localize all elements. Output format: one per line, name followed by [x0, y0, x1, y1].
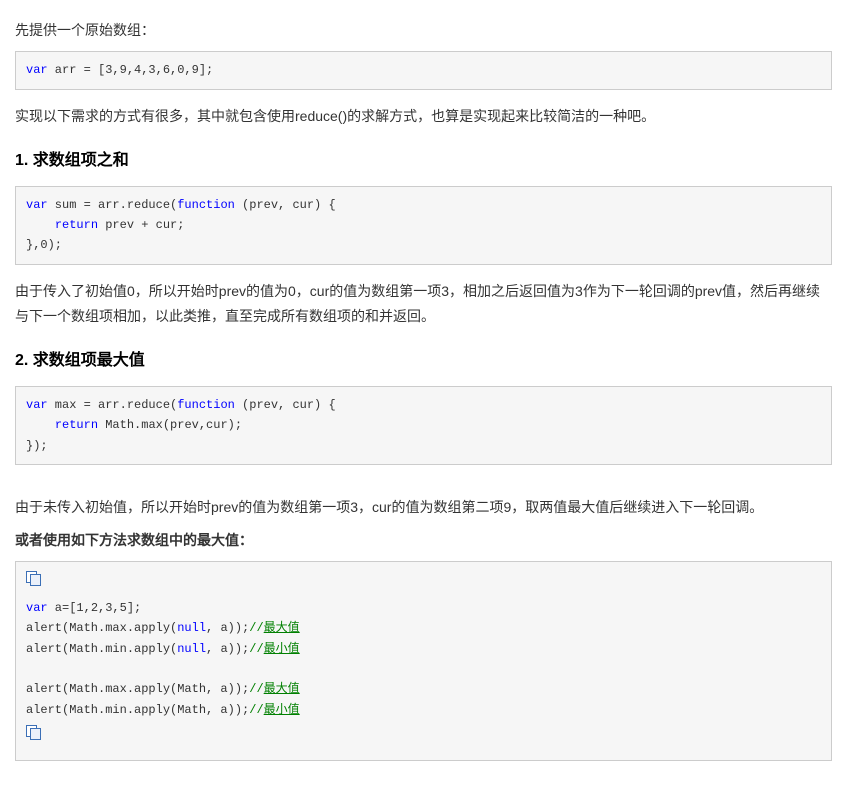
paragraph-sum-explanation: 由于传入了初始值0，所以开始时prev的值为0，cur的值为数组第一项3，相加之…: [15, 279, 832, 329]
keyword-var: var: [26, 398, 48, 412]
code-indent: [26, 418, 55, 432]
code-block-max: var max = arr.reduce(function (prev, cur…: [15, 386, 832, 465]
keyword-null: null: [177, 621, 206, 635]
comment-link-max[interactable]: 最大值: [264, 682, 300, 696]
heading-max: 2. 求数组项最大值: [15, 347, 832, 376]
comment-link-min[interactable]: 最小值: [264, 703, 300, 717]
code-text: prev + cur;: [98, 218, 184, 232]
code-text: });: [26, 436, 821, 456]
comment-slash: //: [249, 682, 263, 696]
code-text: arr = [3,9,4,3,6,0,9];: [48, 63, 214, 77]
code-text: alert(Math.max.apply(Math, a));: [26, 682, 249, 696]
comment-slash: //: [249, 642, 263, 656]
code-text: (prev, cur) {: [235, 198, 336, 212]
keyword-var: var: [26, 63, 48, 77]
code-text: , a));: [206, 621, 249, 635]
code-text: },0);: [26, 235, 821, 255]
paragraph-intro-reduce: 实现以下需求的方式有很多，其中就包含使用reduce()的求解方式，也算是实现起…: [15, 104, 832, 129]
code-text: alert(Math.min.apply(: [26, 642, 177, 656]
code-text: a=[1,2,3,5];: [48, 601, 142, 615]
keyword-function: function: [177, 398, 235, 412]
code-block-sum: var sum = arr.reduce(function (prev, cur…: [15, 186, 832, 265]
comment-link-min[interactable]: 最小值: [264, 642, 300, 656]
comment-slash: //: [249, 703, 263, 717]
code-text: (prev, cur) {: [235, 398, 336, 412]
code-indent: [26, 218, 55, 232]
code-text: max = arr.reduce(: [48, 398, 178, 412]
comment-link-max[interactable]: 最大值: [264, 621, 300, 635]
code-text: alert(Math.max.apply(: [26, 621, 177, 635]
code-text: sum = arr.reduce(: [48, 198, 178, 212]
code-text: , a));: [206, 642, 249, 656]
code-text: alert(Math.min.apply(Math, a));: [26, 703, 249, 717]
keyword-var: var: [26, 601, 48, 615]
keyword-return: return: [55, 218, 98, 232]
paragraph-alt-method: 或者使用如下方法求数组中的最大值：: [15, 528, 832, 553]
keyword-return: return: [55, 418, 98, 432]
heading-sum: 1. 求数组项之和: [15, 147, 832, 176]
code-block-apply: var a=[1,2,3,5]; alert(Math.max.apply(nul…: [15, 561, 832, 760]
keyword-var: var: [26, 198, 48, 212]
keyword-function: function: [177, 198, 235, 212]
keyword-null: null: [177, 642, 206, 656]
copy-icon[interactable]: [26, 725, 42, 739]
code-block-original-array: var arr = [3,9,4,3,6,0,9];: [15, 51, 832, 89]
copy-icon[interactable]: [26, 571, 42, 585]
comment-slash: //: [249, 621, 263, 635]
code-text: Math.max(prev,cur);: [98, 418, 242, 432]
paragraph-max-explanation: 由于未传入初始值，所以开始时prev的值为数组第一项3，cur的值为数组第二项9…: [15, 495, 832, 520]
intro-paragraph: 先提供一个原始数组：: [15, 18, 832, 43]
